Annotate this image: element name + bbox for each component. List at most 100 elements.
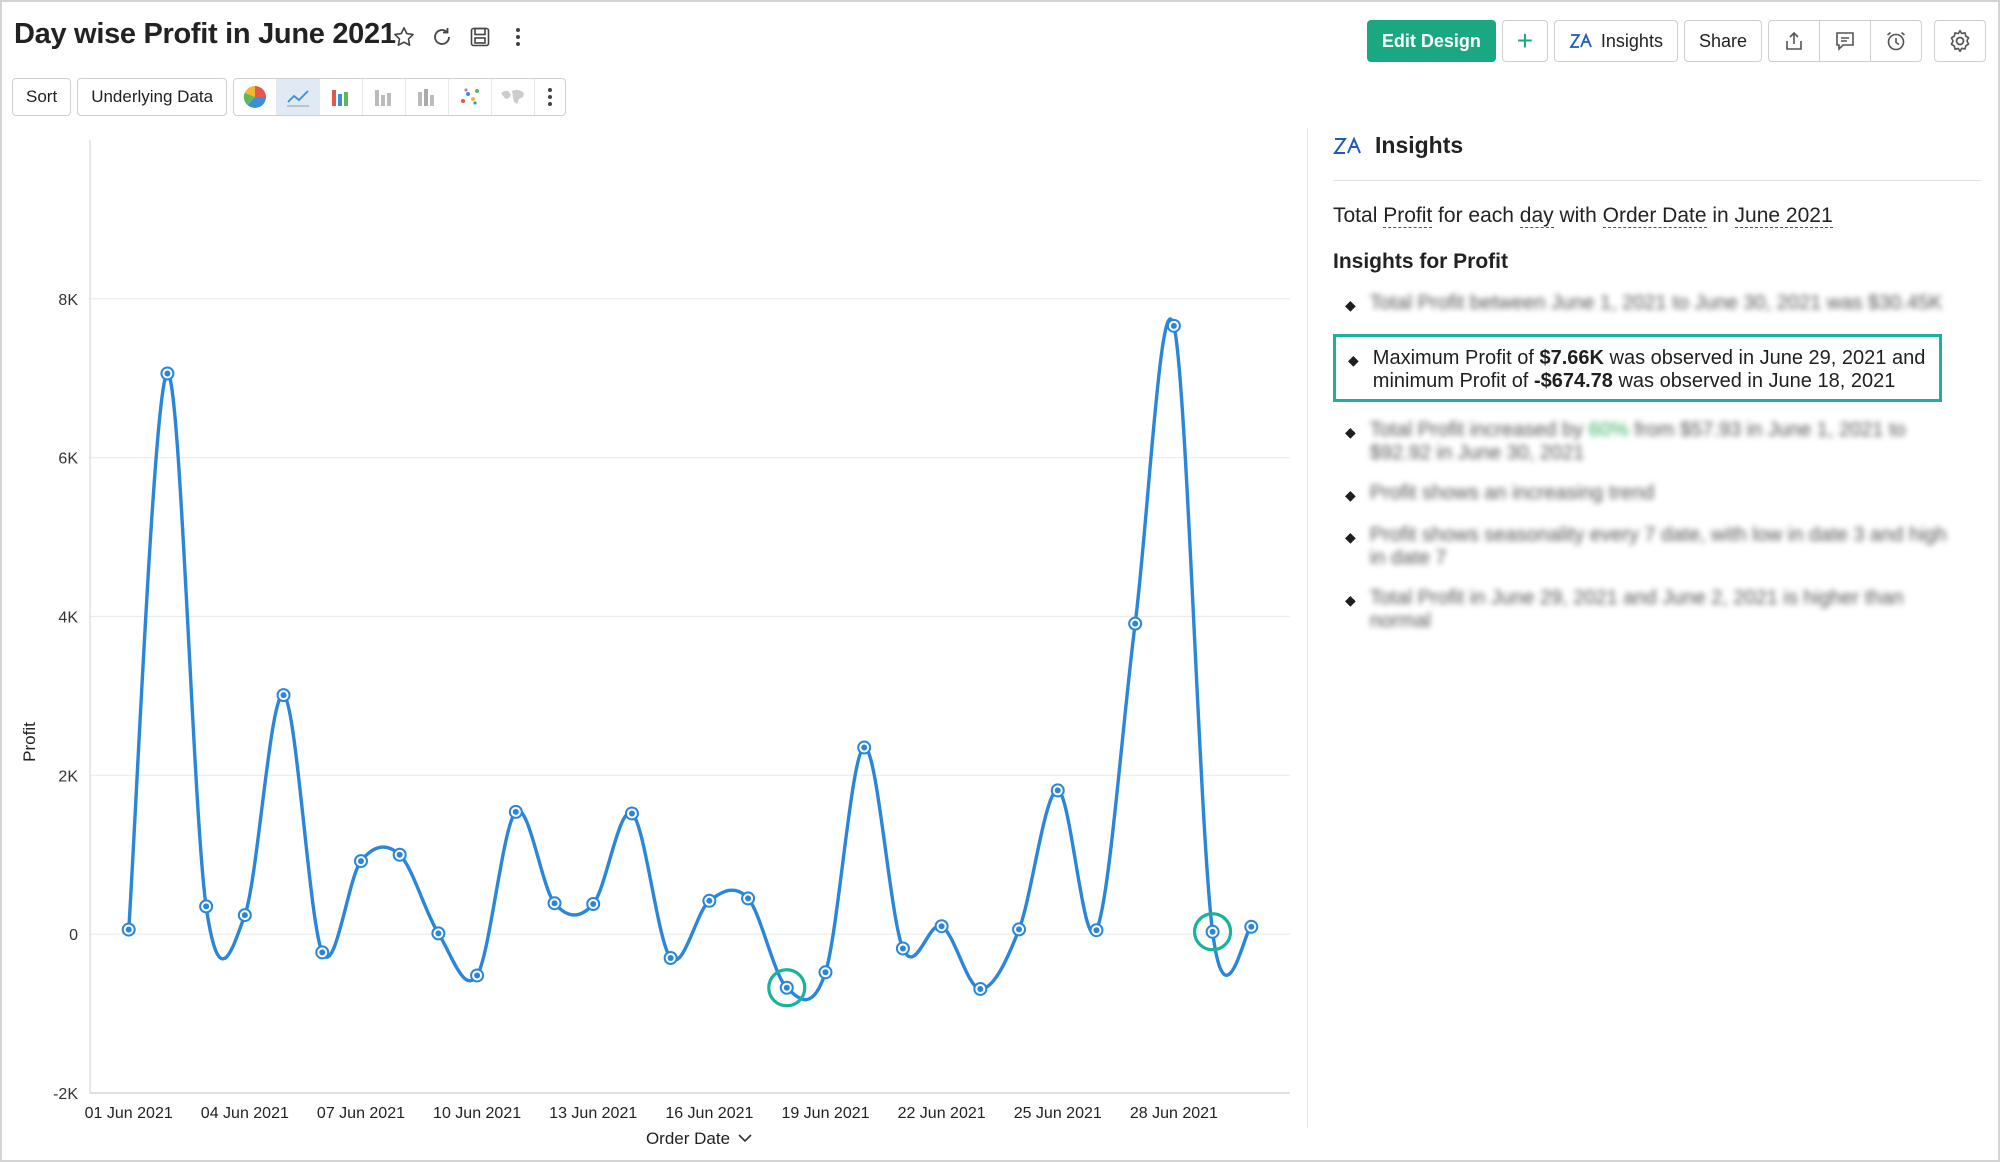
sort-button[interactable]: Sort (12, 78, 72, 116)
data-point-core (203, 903, 210, 910)
alarm-clock-icon (1886, 31, 1906, 51)
insight-item: ◆ Profit shows an increasing trend (1333, 482, 1953, 507)
line-chart-type[interactable] (277, 79, 321, 115)
bar-chart-type[interactable] (320, 79, 364, 115)
scatter-chart-type[interactable] (449, 79, 493, 115)
add-button[interactable]: + (1501, 20, 1548, 62)
data-point-core (706, 897, 713, 904)
data-point-core (164, 370, 171, 377)
y-tick-label: 6K (58, 451, 78, 468)
data-point-core (551, 900, 558, 907)
share-button[interactable]: Share (1683, 20, 1762, 62)
data-point-core (1170, 322, 1177, 329)
insights-header: Insights (1333, 132, 1463, 159)
chevron-down-icon[interactable] (738, 1134, 752, 1143)
insight-text: Total Profit increased by 60% from $57.9… (1370, 419, 1953, 465)
data-point-core (1054, 787, 1061, 794)
insight-text: Total Profit between June 1, 2021 to Jun… (1369, 292, 1943, 314)
insights-button[interactable]: Insights (1553, 20, 1678, 62)
data-point-core (280, 692, 287, 699)
bullet-icon: ◆ (1345, 424, 1356, 440)
pie-chart-icon (243, 86, 267, 108)
insight-text: Maximum Profit of $7.66K was observed in… (1373, 347, 1927, 393)
insight-item: ◆ Total Profit in June 29, 2021 and June… (1333, 587, 1953, 633)
insights-divider (1333, 180, 1981, 181)
save-icon[interactable] (466, 22, 494, 52)
insights-list: ◆ Total Profit between June 1, 2021 to J… (1333, 292, 1953, 650)
comment-button[interactable] (1819, 20, 1871, 62)
data-point-core (1132, 620, 1139, 627)
x-tick-label: 25 Jun 2021 (1014, 1105, 1102, 1122)
data-point-core (861, 744, 868, 751)
min-value: -$674.78 (1533, 370, 1613, 392)
insight-text: Total Profit in June 29, 2021 and June 2… (1369, 587, 1904, 632)
data-point-core (319, 949, 326, 956)
bullet-icon: ◆ (1345, 529, 1356, 545)
insight-item: ◆ Total Profit increased by 60% from $57… (1333, 419, 1953, 465)
insight-text-part: Maximum Profit of (1372, 347, 1540, 369)
bullet-icon: ◆ (1345, 297, 1356, 313)
pie-chart-type[interactable] (234, 79, 278, 115)
x-tick-label: 16 Jun 2021 (665, 1105, 753, 1122)
data-point-core (667, 954, 674, 961)
x-axis-label[interactable]: Order Date (646, 1129, 730, 1148)
line-chart: -2K 0 2K 4K 6K 8K 01 Jun 2021 04 Jun 2021 07 Ju… (0, 120, 1300, 1160)
y-axis-label: Profit (20, 722, 39, 762)
insight-text-part: Total Profit increased by (1369, 419, 1589, 441)
chart-svg: -2K 0 2K 4K 6K 8K 01 Jun 2021 04 Jun 2021 07 Ju… (20, 140, 1290, 1148)
bullet-icon: ◆ (1345, 592, 1356, 608)
export-button[interactable] (1768, 20, 1820, 62)
refresh-icon[interactable] (428, 22, 456, 52)
line-chart-icon (287, 90, 310, 107)
desc-dimension-link[interactable]: Order Date (1602, 204, 1707, 228)
profit-series-line (127, 317, 1253, 1002)
y-tick-label: 0 (69, 927, 78, 944)
scatter-chart-icon (461, 88, 480, 105)
data-point-core (783, 984, 790, 991)
insight-item: ◆ Total Profit between June 1, 2021 to J… (1333, 292, 1953, 317)
desc-text: with (1553, 204, 1603, 227)
insights-icon (1333, 135, 1361, 154)
title-actions (390, 22, 532, 52)
map-chart-type[interactable] (492, 79, 536, 115)
stacked-chart-type[interactable] (406, 79, 450, 115)
desc-period-link[interactable]: June 2021 (1734, 204, 1833, 228)
action-icon-group (1768, 20, 1922, 62)
insights-icon (1569, 32, 1592, 48)
data-point-core (357, 858, 364, 865)
page-title: Day wise Profit in June 2021 (14, 18, 396, 50)
x-tick-label: 28 Jun 2021 (1130, 1105, 1218, 1122)
data-point-core (1209, 928, 1216, 935)
data-point-core (745, 895, 752, 902)
view-toolbar: Sort Underlying Data (12, 78, 567, 116)
x-tick-label: 19 Jun 2021 (781, 1105, 869, 1122)
y-tick-label: -2K (53, 1086, 78, 1103)
desc-unit-link[interactable]: day (1519, 204, 1554, 228)
more-chart-types[interactable] (535, 79, 565, 115)
desc-measure-link[interactable]: Profit (1383, 204, 1433, 228)
column-chart-type[interactable] (363, 79, 407, 115)
comment-icon (1836, 32, 1854, 51)
insight-text: Profit shows seasonality every 7 date, w… (1369, 524, 1947, 569)
desc-text: for each (1432, 204, 1520, 227)
insights-description: Total Profit for each day with Order Dat… (1333, 204, 1833, 228)
y-tick-label: 8K (58, 292, 78, 309)
alarm-button[interactable] (1870, 20, 1922, 62)
underlying-data-button[interactable]: Underlying Data (77, 78, 228, 116)
data-point-core (977, 985, 984, 992)
edit-design-button[interactable]: Edit Design (1366, 20, 1496, 62)
x-axis: 01 Jun 2021 04 Jun 2021 07 Jun 2021 10 Jun … (85, 1092, 1290, 1122)
desc-text: Total (1333, 204, 1384, 227)
more-vertical-icon[interactable] (504, 22, 532, 52)
insight-item: ◆ Profit shows seasonality every 7 date,… (1333, 524, 1953, 570)
insight-text: Profit shows an increasing trend (1369, 482, 1655, 504)
data-point-core (1016, 926, 1023, 933)
insight-item-highlighted: ◆ Maximum Profit of $7.66K was observed … (1333, 334, 1942, 402)
settings-button[interactable] (1934, 20, 1986, 62)
insight-text-part: was observed in June 18, 2021 (1612, 370, 1896, 392)
x-tick-label: 22 Jun 2021 (898, 1105, 986, 1122)
star-icon[interactable] (390, 22, 418, 52)
max-value: $7.66K (1539, 347, 1604, 369)
x-tick-label: 13 Jun 2021 (549, 1105, 637, 1122)
bullet-icon: ◆ (1348, 352, 1359, 368)
